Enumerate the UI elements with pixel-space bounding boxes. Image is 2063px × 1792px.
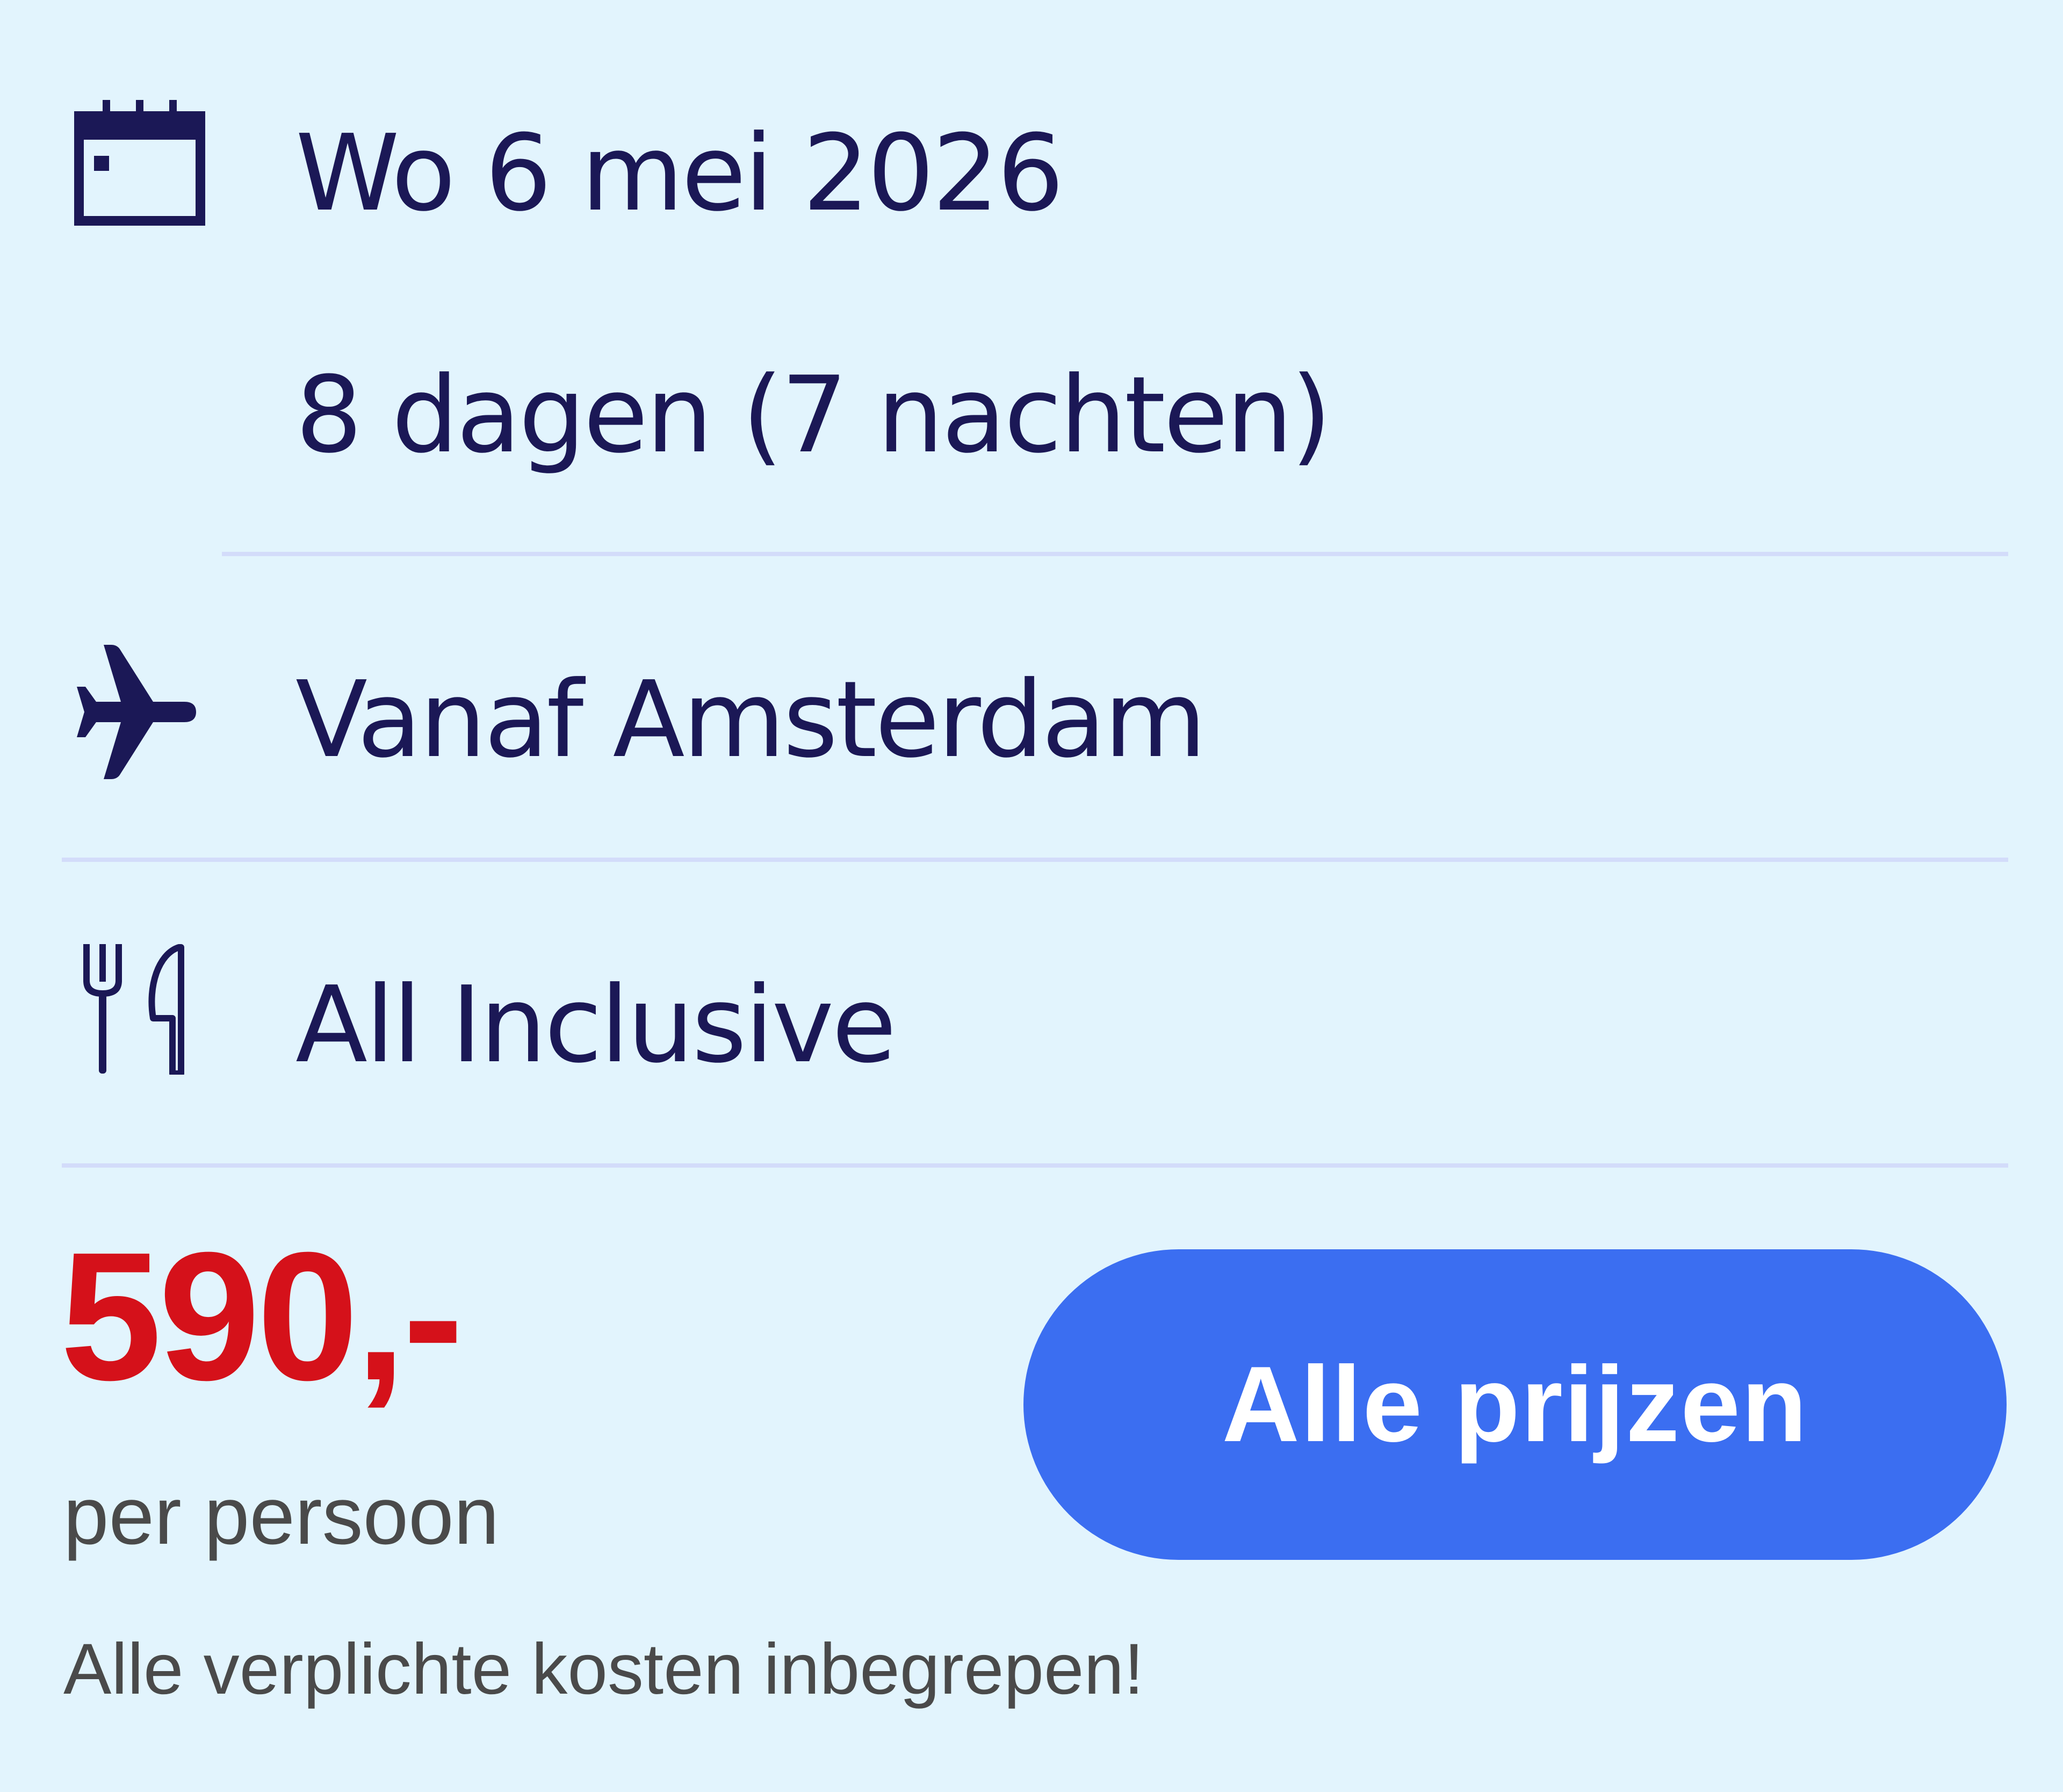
- divider: [62, 858, 2008, 862]
- divider: [222, 552, 2008, 556]
- price-note: Alle verplichte kosten inbegrepen!: [63, 1629, 1144, 1709]
- price-per-person: per persoon: [63, 1470, 500, 1561]
- fork-knife-icon: [83, 944, 184, 1075]
- departure-date: Wo 6 mei 2026: [295, 112, 1064, 235]
- airplane-icon: [77, 645, 196, 779]
- board-type: All Inclusive: [295, 964, 897, 1086]
- divider: [62, 1163, 2008, 1168]
- departure-airport: Vanaf Amsterdam: [295, 659, 1207, 781]
- price-amount: 590,-: [60, 1214, 464, 1419]
- trip-duration: 8 dagen (7 nachten): [295, 354, 1332, 477]
- all-prices-button[interactable]: Alle prijzen: [1023, 1249, 2007, 1560]
- calendar-icon: [74, 100, 205, 226]
